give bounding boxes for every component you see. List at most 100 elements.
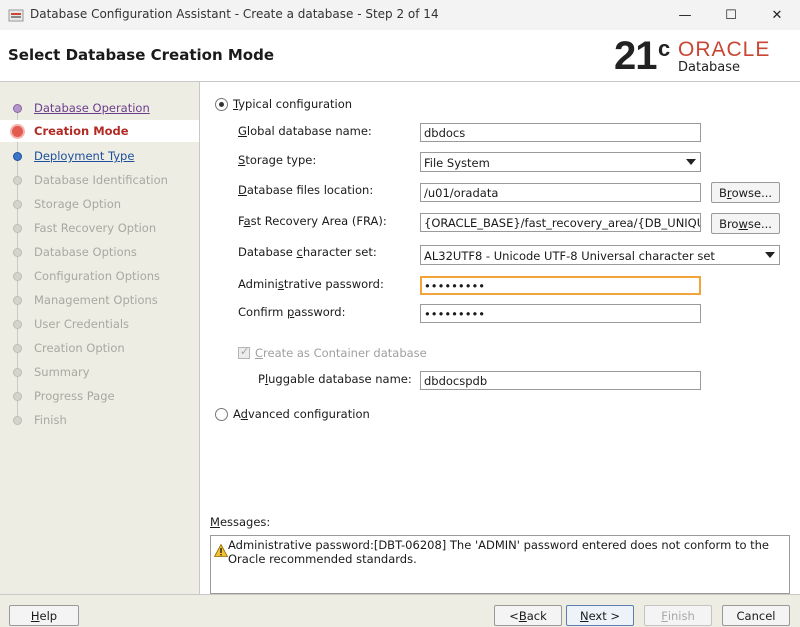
step-label: Database Identification xyxy=(34,173,168,187)
close-button[interactable]: ✕ xyxy=(754,0,800,30)
step-pending-icon xyxy=(13,368,22,377)
step-label: Creation Mode xyxy=(34,124,129,138)
messages-panel[interactable]: Administrative password:[DBT-06208] The … xyxy=(210,535,790,594)
step-summary: Summary xyxy=(0,361,199,383)
typical-config-label: Typical configuration xyxy=(233,97,353,111)
minimize-button[interactable]: — xyxy=(662,0,708,30)
step-database-options: Database Options xyxy=(0,241,199,263)
cancel-button[interactable]: Cancel xyxy=(722,605,790,626)
dbca-app-icon xyxy=(8,9,24,22)
step-pending-icon xyxy=(13,344,22,353)
step-creation-mode: Creation Mode xyxy=(0,120,199,142)
advanced-config-label: Advanced configuration xyxy=(233,407,370,421)
step-database-identification: Database Identification xyxy=(0,169,199,191)
back-button[interactable]: < Back xyxy=(494,605,562,626)
step-done-icon xyxy=(13,104,22,113)
step-label: Creation Option xyxy=(34,341,125,355)
step-label: Storage Option xyxy=(34,197,122,211)
window-title: Database Configuration Assistant - Creat… xyxy=(30,7,439,21)
admin-password-input[interactable]: ••••••••• xyxy=(420,276,701,295)
wizard-footer: Help < Back Next > Finish Cancel xyxy=(0,594,800,627)
container-db-label: Create as Container database xyxy=(255,346,427,360)
help-button[interactable]: Help xyxy=(9,605,79,626)
storage-type-select[interactable]: File System xyxy=(420,152,701,172)
step-label: Fast Recovery Option xyxy=(34,221,157,235)
close-icon: ✕ xyxy=(771,7,783,23)
charset-select[interactable]: AL32UTF8 - Unicode UTF-8 Universal chara… xyxy=(420,245,780,265)
db-files-location-label: Database files location: xyxy=(238,183,374,197)
step-label: Configuration Options xyxy=(34,269,161,283)
step-management-options: Management Options xyxy=(0,289,199,311)
step-configuration-options: Configuration Options xyxy=(0,265,199,287)
browse-db-files-button[interactable]: Br owse... xyxy=(711,182,780,203)
messages-label: Messages: xyxy=(210,515,271,529)
step-progress-page: Progress Page xyxy=(0,385,199,407)
chevron-down-icon xyxy=(686,159,696,165)
typical-config-radio[interactable]: Typical configuration xyxy=(215,97,352,111)
radio-unselected-icon[interactable] xyxy=(215,407,228,421)
step-pending-icon xyxy=(13,272,22,281)
global-db-name-input[interactable]: dbdocs xyxy=(420,123,701,142)
pdb-name-label: Pluggable database name: xyxy=(258,372,412,386)
step-fast-recovery-option: Fast Recovery Option xyxy=(0,217,199,239)
confirm-password-input[interactable]: ••••••••• xyxy=(420,304,701,323)
maximize-icon: ☐ xyxy=(725,7,737,23)
step-pending-icon xyxy=(13,392,22,401)
step-pending-icon xyxy=(13,320,22,329)
step-storage-option: Storage Option xyxy=(0,193,199,215)
step-label: Database Operation xyxy=(34,101,150,115)
step-pending-icon xyxy=(13,200,22,209)
step-label: Summary xyxy=(34,365,90,379)
chevron-down-icon xyxy=(765,252,775,258)
advanced-config-radio[interactable]: Advanced configuration xyxy=(215,407,370,421)
step-database-operation[interactable]: Database Operation xyxy=(0,97,199,119)
brand-product: Database xyxy=(678,60,741,75)
steps-sidebar: Database Operation Creation Mode Deploym… xyxy=(0,82,200,594)
step-label: User Credentials xyxy=(34,317,130,331)
step-label: Finish xyxy=(34,413,67,427)
next-button[interactable]: Next > xyxy=(566,605,634,626)
admin-password-label: Administrative password: xyxy=(238,277,384,291)
fra-label: Fast Recovery Area (FRA): xyxy=(238,214,387,228)
storage-type-value: File System xyxy=(424,156,490,170)
step-label: Deployment Type xyxy=(34,149,135,163)
oracle-logo: 21 c ORACLE Database xyxy=(614,34,794,78)
global-db-name-label: Global database name: xyxy=(238,124,372,138)
minimize-icon: — xyxy=(678,7,692,23)
step-deployment-type[interactable]: Deployment Type xyxy=(0,145,199,167)
step-pending-icon xyxy=(13,248,22,257)
brand-version: 21 c xyxy=(614,34,670,78)
step-current-icon xyxy=(10,124,25,139)
page-header: Select Database Creation Mode 21 c ORACLE… xyxy=(0,30,800,82)
charset-value: AL32UTF8 - Unicode UTF-8 Universal chara… xyxy=(424,249,715,263)
step-finish: Finish xyxy=(0,409,199,431)
fra-location-input[interactable]: {ORACLE_BASE}/fast_recovery_area/{DB_UNI… xyxy=(420,213,701,232)
step-pending-icon xyxy=(13,176,22,185)
message-text: Administrative password:[DBT-06208] The … xyxy=(228,538,770,566)
main-content: Typical configuration Global database na… xyxy=(200,82,800,594)
db-files-location-input[interactable]: /u01/oradata xyxy=(420,183,701,202)
maximize-button[interactable]: ☐ xyxy=(708,0,754,30)
step-pending-icon xyxy=(13,416,22,425)
container-db-checkbox[interactable]: Create as Container database xyxy=(238,345,427,360)
browse-fra-button[interactable]: Bro w se... xyxy=(711,213,780,234)
step-pending-icon xyxy=(13,224,22,233)
pdb-name-input[interactable]: dbdocspdb xyxy=(420,371,701,390)
step-next-icon xyxy=(13,152,22,161)
step-creation-option: Creation Option xyxy=(0,337,199,359)
finish-button: Finish xyxy=(644,605,712,626)
step-label: Management Options xyxy=(34,293,158,307)
warning-icon xyxy=(214,544,228,557)
charset-label: Database character set: xyxy=(238,245,377,259)
page-title: Select Database Creation Mode xyxy=(8,46,274,64)
step-user-credentials: User Credentials xyxy=(0,313,199,335)
window-titlebar: Database Configuration Assistant - Creat… xyxy=(0,0,800,30)
step-label: Database Options xyxy=(34,245,137,259)
radio-selected-icon[interactable] xyxy=(215,97,228,111)
brand-name: ORACLE xyxy=(678,38,771,61)
storage-type-label: Storage type: xyxy=(238,153,317,167)
confirm-password-label: Confirm password: xyxy=(238,305,346,319)
step-label: Progress Page xyxy=(34,389,115,403)
checkbox-checked-icon[interactable] xyxy=(238,345,250,359)
step-pending-icon xyxy=(13,296,22,305)
